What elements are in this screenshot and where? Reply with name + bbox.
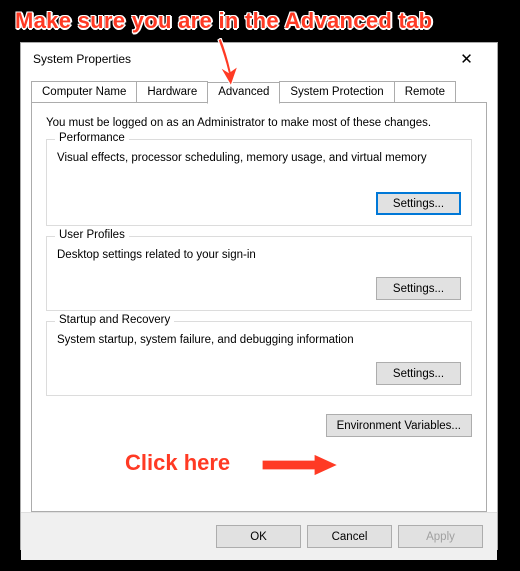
tab-hardware[interactable]: Hardware <box>136 81 208 102</box>
groupbox-performance-desc: Visual effects, processor scheduling, me… <box>57 152 461 164</box>
tab-row: Computer Name Hardware Advanced System P… <box>31 81 487 102</box>
performance-settings-button[interactable]: Settings... <box>376 192 461 215</box>
close-icon: ✕ <box>460 50 473 68</box>
tab-content-advanced: You must be logged on as an Administrato… <box>31 102 487 512</box>
environment-variables-button[interactable]: Environment Variables... <box>326 414 472 437</box>
annotation-bottom-text: Click here <box>125 450 230 476</box>
tabs-container: Computer Name Hardware Advanced System P… <box>21 75 497 512</box>
user-profiles-settings-button[interactable]: Settings... <box>376 277 461 300</box>
groupbox-user-profiles-title: User Profiles <box>55 229 129 241</box>
tab-remote[interactable]: Remote <box>394 81 456 102</box>
titlebar: System Properties ✕ <box>21 43 497 75</box>
groupbox-startup-desc: System startup, system failure, and debu… <box>57 334 461 346</box>
tab-computer-name[interactable]: Computer Name <box>31 81 137 102</box>
close-button[interactable]: ✕ <box>444 44 489 74</box>
arrow-right-icon <box>260 452 340 478</box>
system-properties-dialog: System Properties ✕ Computer Name Hardwa… <box>20 42 498 550</box>
groupbox-user-profiles: User Profiles Desktop settings related t… <box>46 236 472 311</box>
annotation-top-text: Make sure you are in the Advanced tab <box>15 8 432 34</box>
cancel-button[interactable]: Cancel <box>307 525 392 548</box>
env-variables-row: Environment Variables... <box>46 414 472 437</box>
groupbox-performance: Performance Visual effects, processor sc… <box>46 139 472 226</box>
dialog-footer: OK Cancel Apply <box>21 512 497 560</box>
intro-text: You must be logged on as an Administrato… <box>46 117 472 129</box>
apply-button[interactable]: Apply <box>398 525 483 548</box>
groupbox-user-profiles-desc: Desktop settings related to your sign-in <box>57 249 461 261</box>
startup-settings-button[interactable]: Settings... <box>376 362 461 385</box>
groupbox-startup-title: Startup and Recovery <box>55 314 174 326</box>
groupbox-performance-title: Performance <box>55 132 129 144</box>
ok-button[interactable]: OK <box>216 525 301 548</box>
groupbox-startup-recovery: Startup and Recovery System startup, sys… <box>46 321 472 396</box>
tab-system-protection[interactable]: System Protection <box>279 81 394 102</box>
arrow-down-icon <box>210 38 250 88</box>
